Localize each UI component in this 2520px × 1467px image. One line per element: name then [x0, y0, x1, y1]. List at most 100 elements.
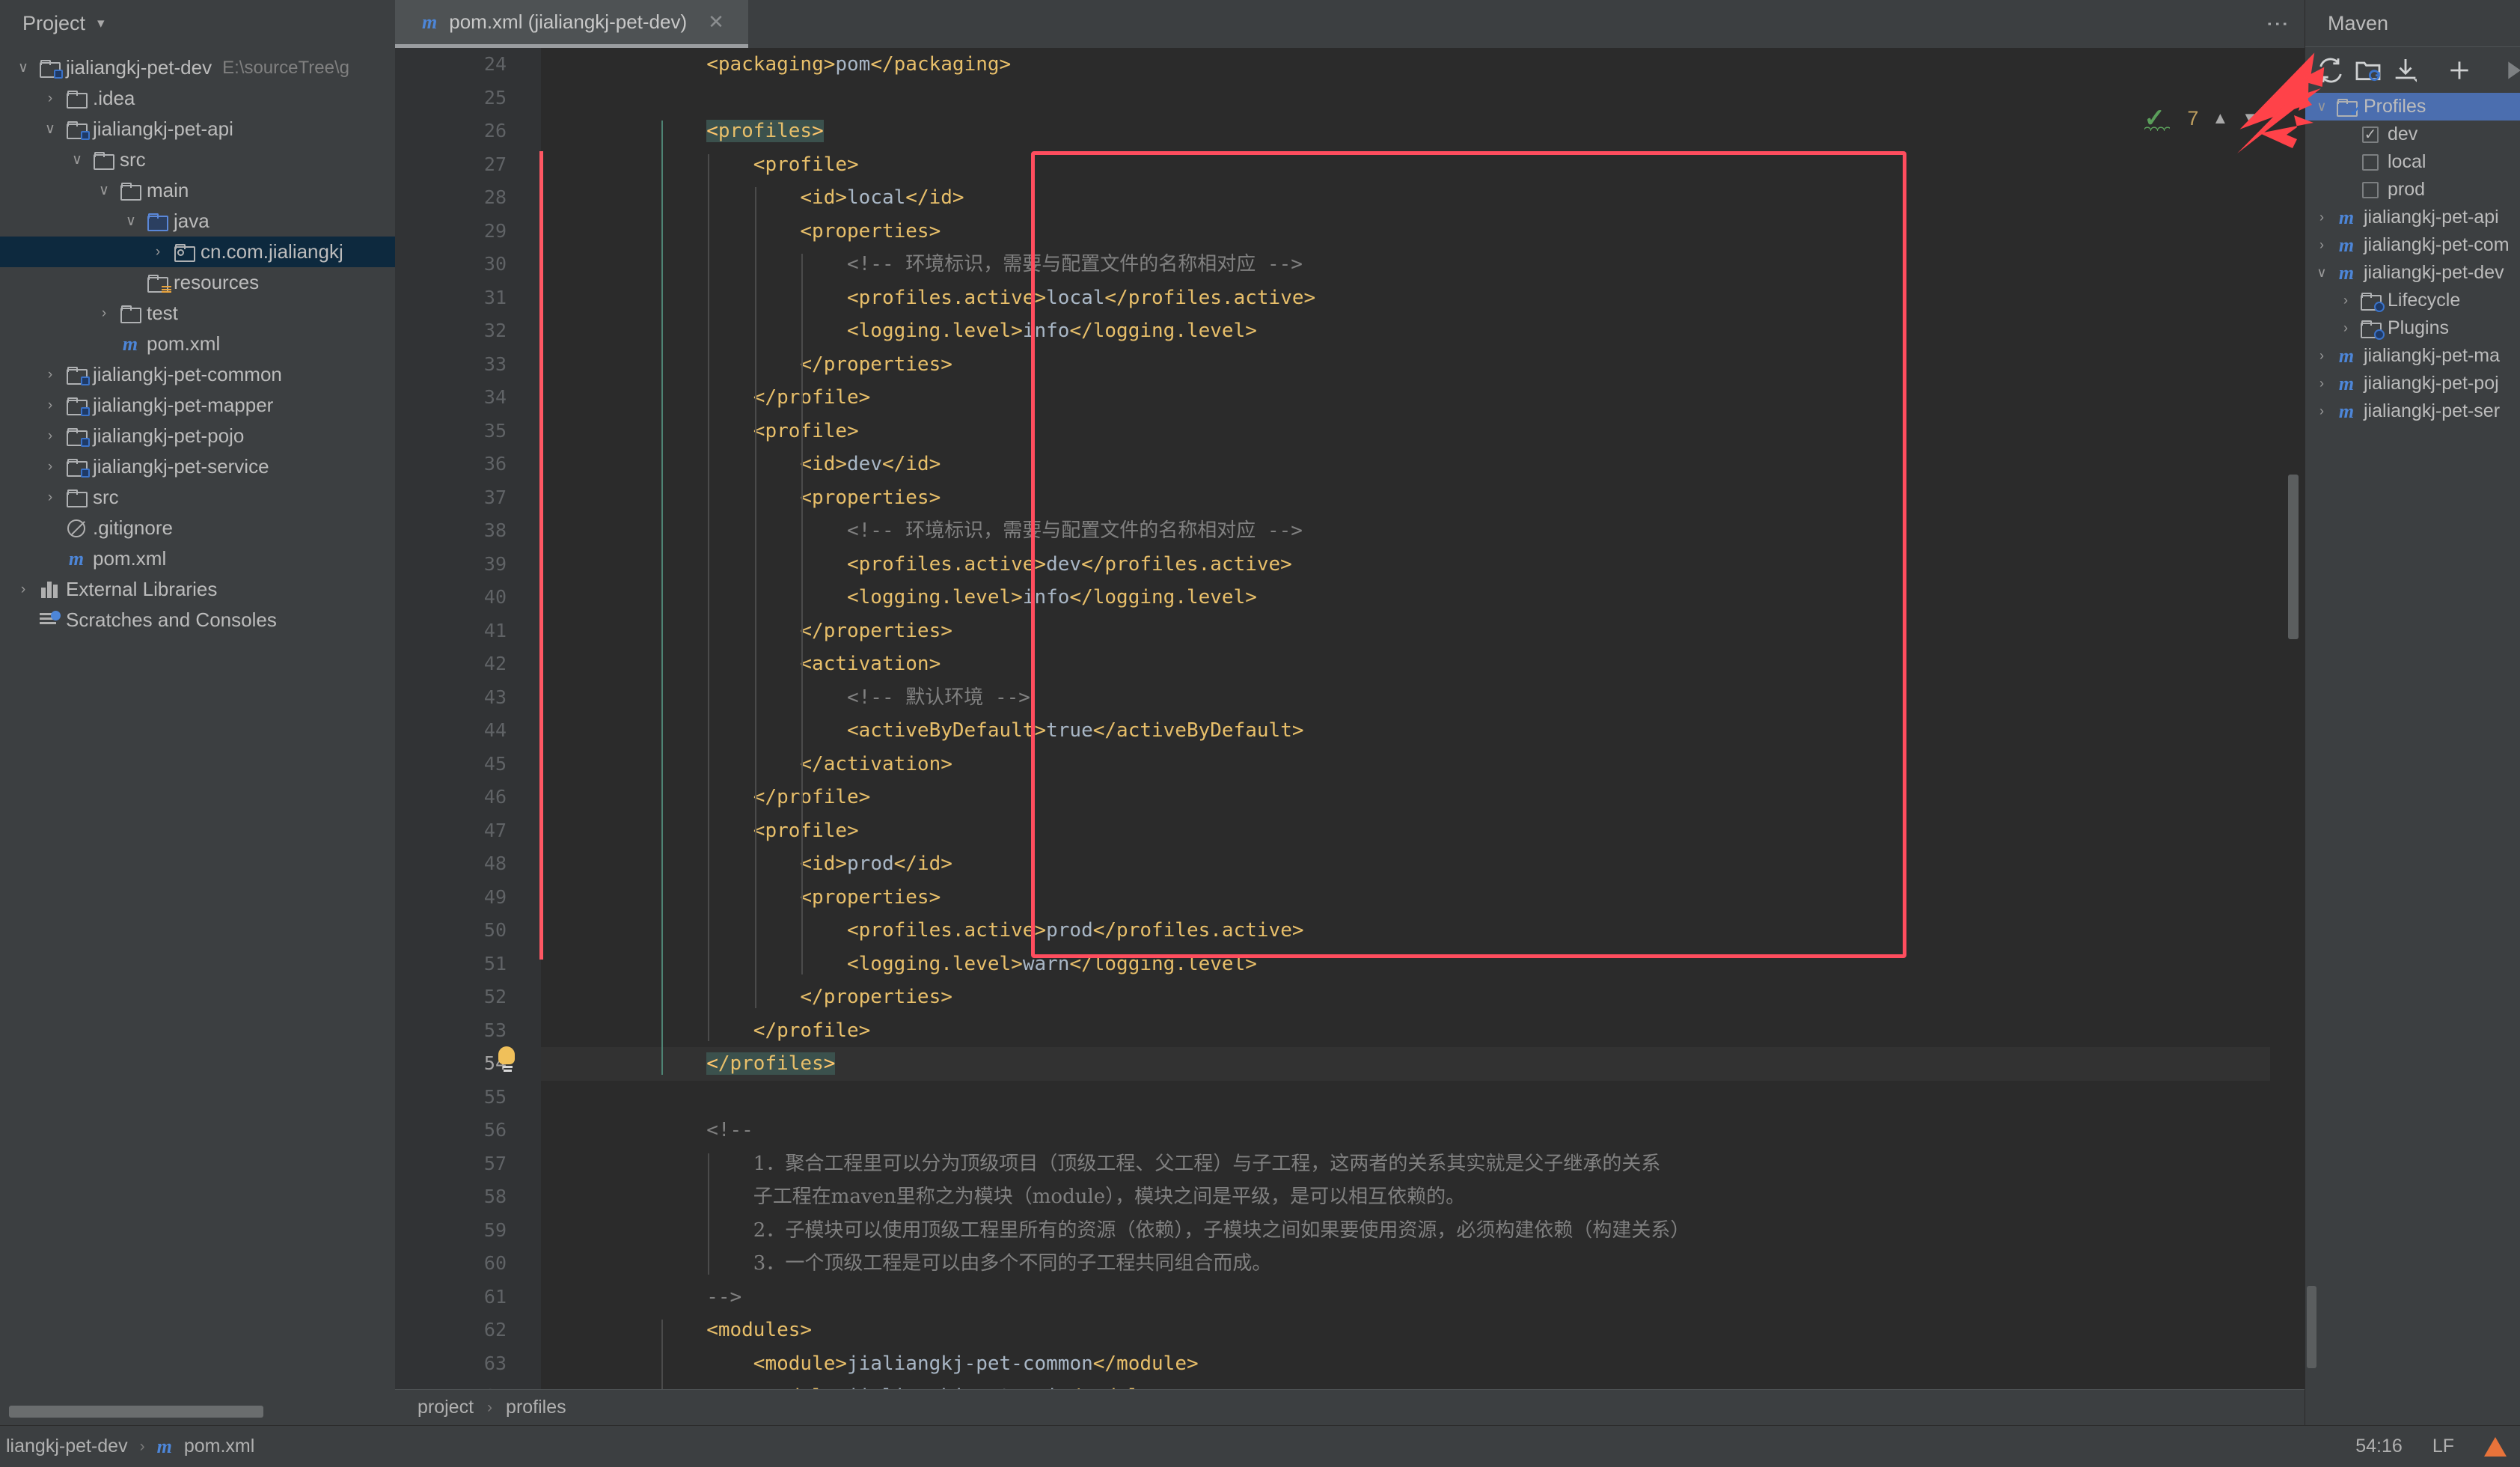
code-line[interactable]: <properties> — [541, 881, 2270, 915]
code-viewport[interactable]: <packaging>pom</packaging> <profiles> <pro… — [541, 48, 2270, 1389]
project-tree-item-api-pom[interactable]: m pom.xml — [0, 329, 395, 359]
line-number[interactable]: 48 — [395, 847, 541, 881]
line-number[interactable]: 56 — [395, 1114, 541, 1147]
code-line[interactable]: --> — [541, 1281, 2270, 1314]
line-number[interactable]: 47 — [395, 814, 541, 848]
checkbox-icon[interactable] — [2358, 181, 2383, 198]
line-number[interactable]: 26 — [395, 115, 541, 148]
chevron-right-icon[interactable]: › — [2310, 376, 2334, 391]
checkbox-checked-icon[interactable]: ✓ — [2358, 126, 2383, 143]
project-tree-item-gitignore[interactable]: .gitignore — [0, 513, 395, 543]
chevron-right-icon[interactable]: › — [37, 460, 63, 474]
code-line[interactable]: <!-- 默认环境 --> — [541, 681, 2270, 715]
code-line[interactable]: <module>jialiangkj-pet-common</module> — [541, 1347, 2270, 1381]
line-number[interactable]: 54 — [395, 1047, 541, 1081]
project-tree-item-mapper[interactable]: › jialiangkj-pet-mapper — [0, 390, 395, 421]
code-line[interactable]: <!-- 环境标识，需要与配置文件的名称相对应 --> — [541, 514, 2270, 548]
code-line[interactable]: <id>prod</id> — [541, 847, 2270, 881]
project-tree-item-idea[interactable]: › .idea — [0, 83, 395, 114]
chevron-right-icon[interactable]: › — [145, 245, 171, 259]
chevron-up-icon[interactable]: ▲ — [2212, 109, 2228, 128]
line-number[interactable]: 64 — [395, 1380, 541, 1389]
chevron-right-icon[interactable]: › — [91, 306, 117, 320]
line-number[interactable]: 40 — [395, 581, 541, 614]
maven-tree-item-m-mapper[interactable]: › m jialiangkj-pet-ma — [2305, 342, 2520, 370]
line-number[interactable]: 60 — [395, 1247, 541, 1281]
maven-projects-tree[interactable]: ∨ ✓ Profiles ✓ dev local prod › m jialiangkj-p… — [2305, 93, 2520, 425]
line-number[interactable]: 63 — [395, 1347, 541, 1381]
project-tree-item-service[interactable]: › jialiangkj-pet-service — [0, 451, 395, 482]
checkbox-checked-icon[interactable]: ✓ — [2362, 126, 2379, 143]
more-options-icon[interactable]: ⋮ — [2265, 13, 2290, 35]
project-tree-item-scratches[interactable]: Scratches and Consoles — [0, 605, 395, 635]
code-text[interactable]: <packaging>pom</packaging> <profiles> <pro… — [541, 48, 2270, 1389]
chevron-right-icon[interactable]: › — [2310, 237, 2334, 253]
plus-icon[interactable] — [2444, 55, 2474, 85]
line-number[interactable]: 51 — [395, 948, 541, 981]
project-tree-item-src[interactable]: ∨ src — [0, 144, 395, 175]
intention-bulb-icon[interactable] — [498, 1046, 516, 1072]
chevron-right-icon[interactable]: › — [2334, 320, 2358, 336]
line-number[interactable]: 29 — [395, 215, 541, 248]
inspection-widget[interactable]: ✓ 7 ▲ ▼ — [2144, 104, 2258, 132]
line-number[interactable]: 50 — [395, 914, 541, 948]
line-number[interactable]: 45 — [395, 748, 541, 781]
project-tree-item-main[interactable]: ∨ main — [0, 175, 395, 206]
status-breadcrumb-file[interactable]: pom.xml — [184, 1436, 254, 1457]
line-number[interactable]: 61 — [395, 1281, 541, 1314]
checkbox-icon[interactable] — [2362, 153, 2379, 171]
status-breadcrumb-module[interactable]: liangkj-pet-dev — [6, 1436, 128, 1457]
code-line[interactable]: <logging.level>warn</logging.level> — [541, 948, 2270, 981]
code-line[interactable] — [541, 82, 2270, 115]
line-number[interactable]: 55 — [395, 1081, 541, 1114]
chevron-down-icon[interactable]: ▾ — [97, 15, 105, 32]
chevron-right-icon[interactable]: › — [2334, 293, 2358, 308]
line-number[interactable]: 62 — [395, 1314, 541, 1347]
maven-tree-item-m-service[interactable]: › m jialiangkj-pet-ser — [2305, 397, 2520, 425]
code-line[interactable]: </profiles> — [541, 1047, 2270, 1081]
project-tree-item-root[interactable]: ∨ jialiangkj-pet-dev E:\sourceTree\g — [0, 52, 395, 83]
code-line[interactable]: <module>jialiangkj-pet-api</module> — [541, 1380, 2270, 1389]
code-line[interactable]: </profile> — [541, 781, 2270, 814]
code-line[interactable]: <!-- — [541, 1114, 2270, 1147]
chevron-down-icon[interactable]: ∨ — [37, 122, 63, 136]
checkbox-icon[interactable] — [2362, 181, 2379, 198]
line-number[interactable]: 43 — [395, 681, 541, 715]
chevron-right-icon[interactable]: › — [2310, 348, 2334, 364]
maven-tree-item-m-api[interactable]: › m jialiangkj-pet-api — [2305, 204, 2520, 231]
chevron-right-icon[interactable]: › — [2310, 210, 2334, 225]
code-line[interactable]: <profiles> — [541, 115, 2270, 148]
code-line[interactable]: 2．子模块可以使用顶级工程里所有的资源（依赖），子模块之间如果要使用资源，必须构… — [541, 1214, 2270, 1248]
download-sources-icon[interactable] — [2391, 55, 2420, 85]
code-line[interactable]: <!-- 环境标识，需要与配置文件的名称相对应 --> — [541, 248, 2270, 281]
code-line[interactable]: <profiles.active>local</profiles.active> — [541, 281, 2270, 315]
project-tree-item-pojo[interactable]: › jialiangkj-pet-pojo — [0, 421, 395, 451]
maven-tree-item-profiles[interactable]: ∨ ✓ Profiles — [2305, 93, 2520, 121]
warning-icon[interactable] — [2484, 1436, 2507, 1457]
chevron-right-icon[interactable]: › — [2310, 403, 2334, 419]
chevron-down-icon[interactable]: ∨ — [10, 61, 36, 75]
chevron-right-icon[interactable]: › — [37, 398, 63, 412]
line-number[interactable]: 52 — [395, 980, 541, 1014]
line-number[interactable]: 36 — [395, 448, 541, 481]
editor-marker-strip[interactable] — [2270, 48, 2305, 1389]
project-panel-header[interactable]: Project ▾ — [0, 0, 395, 46]
line-number[interactable]: 41 — [395, 614, 541, 648]
code-line[interactable]: </profile> — [541, 1014, 2270, 1048]
chevron-down-icon[interactable]: ∨ — [91, 183, 117, 198]
chevron-right-icon[interactable]: › — [37, 367, 63, 382]
line-number[interactable]: 42 — [395, 647, 541, 681]
breadcrumb-item-project[interactable]: project — [418, 1397, 474, 1418]
code-line[interactable]: <profile> — [541, 814, 2270, 848]
code-line[interactable]: </profile> — [541, 381, 2270, 415]
code-line[interactable]: </properties> — [541, 348, 2270, 382]
code-line[interactable]: <logging.level>info</logging.level> — [541, 581, 2270, 614]
code-line[interactable]: 3．一个顶级工程是可以由多个不同的子工程共同组合而成。 — [541, 1247, 2270, 1281]
code-line[interactable]: </properties> — [541, 980, 2270, 1014]
code-line[interactable]: <modules> — [541, 1314, 2270, 1347]
chevron-down-icon[interactable]: ∨ — [2310, 99, 2334, 115]
line-number[interactable]: 32 — [395, 314, 541, 348]
reload-all-maven-projects-icon[interactable] — [2316, 55, 2346, 85]
chevron-right-icon[interactable]: › — [37, 91, 63, 106]
line-separator[interactable]: LF — [2432, 1436, 2454, 1457]
